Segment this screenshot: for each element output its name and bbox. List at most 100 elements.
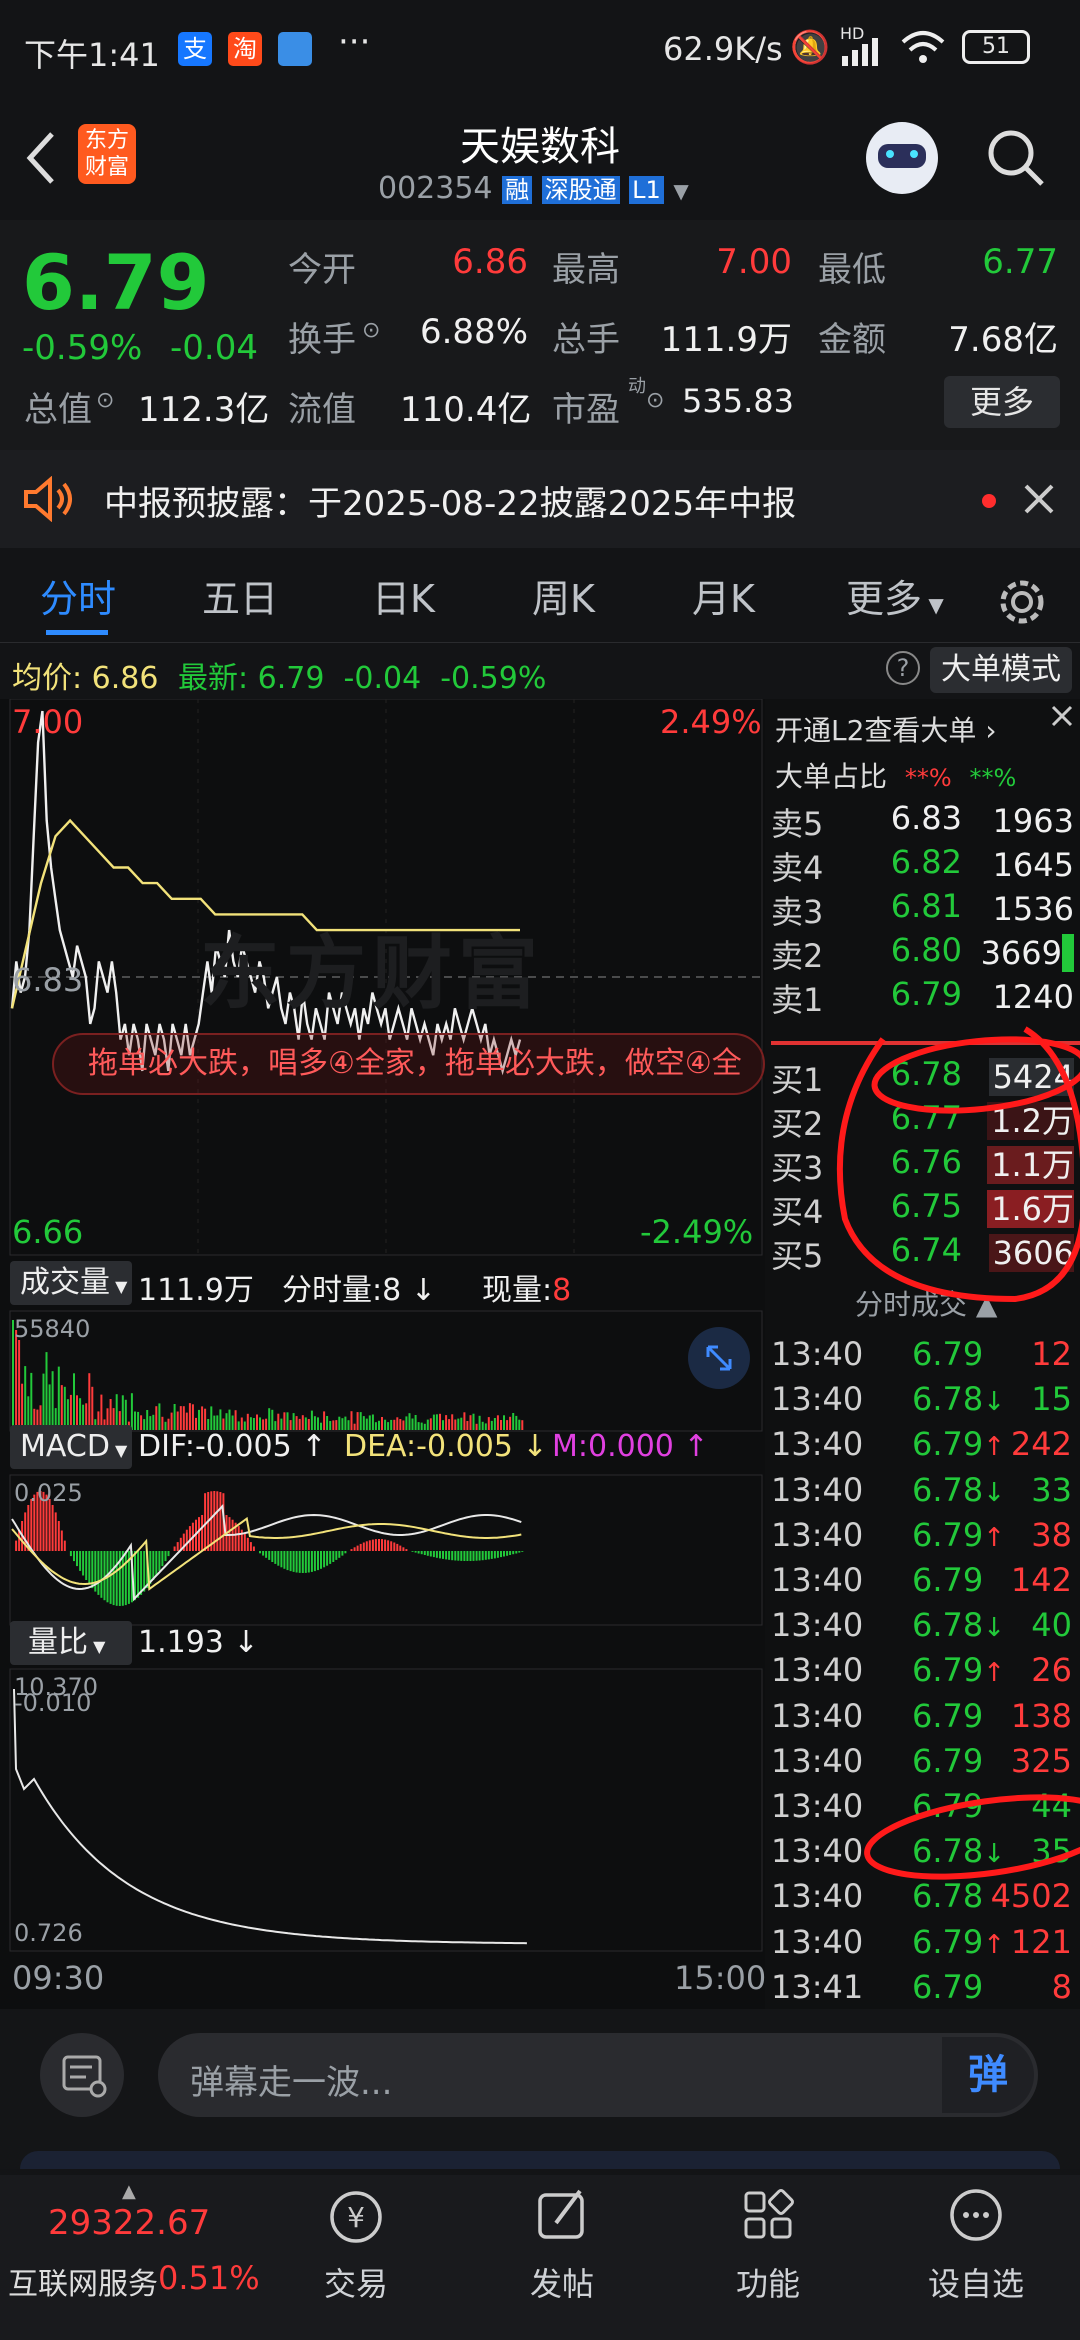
macd-bar [500,1551,502,1558]
connect-badge: 深股通 [541,176,620,204]
notice-bar[interactable]: 中报预披露：于2025-08-22披露2025年中报 [0,450,1080,548]
macd-bar [356,1545,359,1551]
dropdown-icon[interactable]: ▼ [673,179,688,203]
ask-level-label: 卖3 [771,893,824,931]
macd-bar [76,1551,78,1567]
macd-bar [161,1551,164,1567]
macd-bar [472,1551,475,1561]
assistant-avatar[interactable] [866,122,938,194]
status-time: 下午1:41 [24,36,160,74]
volume-bar [329,1421,332,1430]
sector-index-value[interactable]: 29322.67 [48,2203,210,2243]
signal-icon [842,38,878,66]
volume-bar [286,1412,289,1430]
tab-daily-k[interactable]: 日K [372,568,435,623]
ask-volume: 1963 [992,802,1074,840]
l2-upgrade-link[interactable]: 开通L2查看大单 › [775,709,997,749]
tick-volume: 44 [1031,1787,1072,1825]
volume-bar [246,1413,249,1430]
macd-bar [274,1551,277,1564]
volume-indicator-label: 成交量 [20,1265,110,1300]
bid-level-label: 买4 [771,1193,824,1231]
tab-intraday[interactable]: 分时 [40,568,116,623]
nav-functions[interactable]: 功能 [688,2175,848,2305]
volume-max: 55840 [14,1315,91,1343]
minute-volume: 分时量:8 ↓ [282,1273,436,1308]
tick-row: 13:40 6.79 44 [765,1787,1080,1832]
danmaku-bullet[interactable]: 拖单必大跌，唱多④全家，拖单必大跌，做空④全 [52,1033,765,1095]
tab-weekly-k[interactable]: 周K [532,568,595,623]
danmaku-settings-icon[interactable] [40,2033,124,2117]
tab-monthly-k[interactable]: 月K [692,568,755,623]
macd-bar [503,1551,505,1557]
volume-bar [271,1409,274,1430]
big-order-ratio: 大单占比 **% **% [775,755,1016,795]
tab-more-label: 更多 [846,577,923,621]
tick-row: 13:41 6.79 8 [765,1968,1080,2013]
info-icon[interactable]: ⊙ [646,388,664,413]
tick-time: 13:40 [771,1832,864,1871]
volume-bar [173,1404,176,1430]
tab-more[interactable]: 更多 ▼ [846,568,944,623]
tab-five-day[interactable]: 五日 [202,568,278,623]
macd-bar [445,1551,448,1560]
close-icon[interactable] [1022,482,1056,516]
price-change: -0.04 [170,328,258,368]
tick-arrow: ↑ [983,1522,1006,1553]
send-danmaku-button[interactable]: 弹 [942,2037,1034,2113]
bid-level: 买1 6.78 5424 [765,1055,1080,1099]
time-start: 09:30 [12,1959,105,1997]
tick-volume: 4502 [990,1877,1072,1916]
alipay-icon: 支 [178,32,212,66]
macd-bar [286,1551,289,1571]
tick-volume: 142 [1010,1561,1072,1599]
macd-dea: DEA:-0.005 ↓ [344,1429,548,1464]
volume-bar [469,1415,472,1430]
tick-row: 13:40 6.78↓ 35 [765,1832,1080,1877]
help-icon[interactable]: ? [886,651,920,685]
volume-bar [191,1404,194,1430]
macd-bar [426,1551,429,1556]
volume-bar [463,1412,466,1430]
volume-bar [359,1412,362,1430]
danmaku-input[interactable]: 弹幕走一波... 弹 [158,2033,1038,2117]
volume-bar [445,1415,448,1430]
macd-bar [216,1491,219,1551]
volume-bar [18,1340,21,1430]
nav-post-label: 发帖 [529,2265,594,2303]
volume-indicator-select[interactable]: 成交量 ▼ [10,1261,132,1305]
close-icon[interactable] [1047,701,1077,731]
big-order-mode-button[interactable]: 大单模式 [930,647,1072,693]
nav-post[interactable]: 发帖 [482,2175,642,2305]
macd-bar [323,1551,326,1568]
nav-trade[interactable]: ¥ 交易 [276,2175,436,2305]
macd-bar [268,1551,271,1560]
volume-ratio-select[interactable]: 量比 ▼ [10,1621,132,1665]
info-icon[interactable]: ⊙ [96,388,114,413]
macd-bar [283,1551,286,1569]
volume-bar [323,1411,326,1430]
nav-add-watchlist[interactable]: 设自选 [896,2175,1056,2305]
minute-volume-value: 分时量:8 [282,1273,402,1308]
expand-icon[interactable] [688,1327,750,1389]
float-label: 流值 [288,390,356,430]
more-button[interactable]: 更多 [944,376,1060,428]
tick-price: 6.79 [912,1561,983,1599]
ticks-header[interactable]: 分时成交 ▲ [855,1283,997,1323]
volume-bar [48,1384,51,1430]
macd-bar [88,1551,91,1585]
macd-bar [442,1551,444,1559]
chart-tabs: 分时 五日 日K 周K 月K 更多 ▼ [0,548,1080,643]
search-icon[interactable] [984,126,1048,190]
tick-price: 6.79 [912,1697,983,1735]
macd-bar [509,1551,512,1555]
volume-bar [301,1415,304,1430]
macd-indicator-select[interactable]: MACD ▼ [10,1425,132,1469]
ask-volume: 1240 [992,978,1074,1016]
high-value: 7.00 [716,242,792,282]
macd-bar [112,1551,115,1606]
settings-gear-icon[interactable] [996,576,1048,628]
big-order-ratio-label: 大单占比 [775,760,888,793]
volume-bar [51,1371,54,1430]
sector-name[interactable]: 互联网服务 [8,2259,158,2303]
